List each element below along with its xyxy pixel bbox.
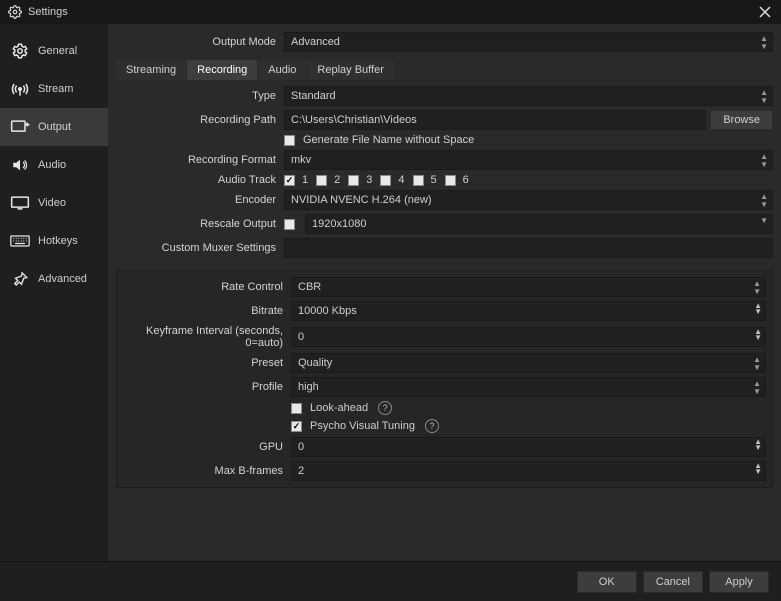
spinner-icon[interactable]: ▲▼ [754, 463, 762, 475]
chevron-updown-icon: ▲▼ [753, 356, 761, 372]
spinner-icon[interactable]: ▲▼ [754, 303, 762, 315]
sidebar-label: Advanced [38, 273, 87, 285]
tab-replay-buffer[interactable]: Replay Buffer [307, 60, 393, 80]
chevron-updown-icon: ▲▼ [760, 193, 768, 209]
rescale-checkbox[interactable] [284, 219, 295, 230]
encoder-select[interactable]: NVIDIA NVENC H.264 (new)▲▼ [284, 190, 773, 210]
help-icon[interactable]: ? [425, 419, 439, 433]
rate-control-select[interactable]: CBR▲▼ [291, 277, 766, 297]
tab-audio[interactable]: Audio [258, 60, 306, 80]
chevron-updown-icon: ▲▼ [753, 280, 761, 296]
muxer-label: Custom Muxer Settings [116, 242, 284, 254]
encoder-label: Encoder [116, 194, 284, 206]
keyframe-label: Keyframe Interval (seconds, 0=auto) [123, 325, 291, 349]
track-3-checkbox[interactable] [348, 175, 359, 186]
sidebar: General Stream Output Audio Video Hotkey… [0, 24, 108, 561]
output-mode-label: Output Mode [116, 36, 284, 48]
sidebar-item-video[interactable]: Video [0, 184, 108, 222]
type-label: Type [116, 90, 284, 102]
titlebar: Settings [0, 0, 781, 24]
audio-track-label: Audio Track [116, 174, 284, 186]
look-ahead-label: Look-ahead [310, 402, 368, 414]
output-icon [10, 118, 30, 136]
browse-button[interactable]: Browse [710, 110, 773, 130]
profile-select[interactable]: high▲▼ [291, 377, 766, 397]
max-bframes-input[interactable]: 2▲▼ [291, 461, 766, 481]
sidebar-label: Stream [38, 83, 73, 95]
audio-icon [10, 156, 30, 174]
recording-path-input[interactable]: C:\Users\Christian\Videos [284, 110, 706, 130]
track-4-checkbox[interactable] [380, 175, 391, 186]
bitrate-label: Bitrate [123, 305, 291, 317]
chevron-updown-icon: ▲▼ [760, 35, 768, 51]
chevron-updown-icon: ▲▼ [760, 153, 768, 169]
apply-button[interactable]: Apply [709, 571, 769, 593]
no-space-label: Generate File Name without Space [303, 134, 474, 146]
output-tabs: Streaming Recording Audio Replay Buffer [116, 60, 773, 80]
preset-label: Preset [123, 357, 291, 369]
track-2-checkbox[interactable] [316, 175, 327, 186]
hotkeys-icon [10, 232, 30, 250]
video-icon [10, 194, 30, 212]
stream-icon [10, 80, 30, 98]
track-6-checkbox[interactable] [445, 175, 456, 186]
sidebar-label: Audio [38, 159, 66, 171]
footer: OK Cancel Apply [0, 561, 781, 601]
ok-button[interactable]: OK [577, 571, 637, 593]
track-1-checkbox[interactable] [284, 175, 295, 186]
tab-recording[interactable]: Recording [187, 60, 257, 80]
bitrate-input[interactable]: 10000 Kbps▲▼ [291, 301, 766, 321]
close-button[interactable] [757, 4, 773, 20]
gpu-label: GPU [123, 441, 291, 453]
psycho-tuning-checkbox[interactable] [291, 421, 302, 432]
sidebar-item-output[interactable]: Output [0, 108, 108, 146]
sidebar-label: General [38, 45, 77, 57]
sidebar-item-stream[interactable]: Stream [0, 70, 108, 108]
sidebar-item-hotkeys[interactable]: Hotkeys [0, 222, 108, 260]
chevron-updown-icon: ▲▼ [753, 380, 761, 396]
max-bframes-label: Max B-frames [123, 465, 291, 477]
help-icon[interactable]: ? [378, 401, 392, 415]
recording-format-label: Recording Format [116, 154, 284, 166]
recording-path-label: Recording Path [116, 114, 284, 126]
type-select[interactable]: Standard▲▼ [284, 86, 773, 106]
chevron-updown-icon: ▲▼ [760, 89, 768, 105]
muxer-input[interactable] [284, 238, 773, 258]
sidebar-item-general[interactable]: General [0, 32, 108, 70]
spinner-icon[interactable]: ▲▼ [754, 439, 762, 451]
track-5-checkbox[interactable] [413, 175, 424, 186]
gpu-input[interactable]: 0▲▼ [291, 437, 766, 457]
spinner-icon[interactable]: ▲▼ [754, 329, 762, 341]
keyframe-input[interactable]: 0▲▼ [291, 327, 766, 347]
settings-icon [8, 5, 22, 19]
advanced-icon [10, 270, 30, 288]
rescale-label: Rescale Output [116, 218, 284, 230]
sidebar-label: Video [38, 197, 66, 209]
encoder-settings-panel: Rate Control CBR▲▼ Bitrate 10000 Kbps▲▼ … [116, 270, 773, 488]
rescale-select: 1920x1080▼ [305, 214, 773, 234]
tab-streaming[interactable]: Streaming [116, 60, 186, 80]
sidebar-item-audio[interactable]: Audio [0, 146, 108, 184]
output-mode-select[interactable]: Advanced ▲▼ [284, 32, 773, 52]
sidebar-label: Output [38, 121, 71, 133]
window-title: Settings [28, 6, 68, 18]
sidebar-item-advanced[interactable]: Advanced [0, 260, 108, 298]
no-space-checkbox[interactable] [284, 135, 295, 146]
recording-format-select[interactable]: mkv▲▼ [284, 150, 773, 170]
psycho-tuning-label: Psycho Visual Tuning [310, 420, 415, 432]
content-area: Output Mode Advanced ▲▼ Streaming Record… [108, 24, 781, 561]
chevron-down-icon: ▼ [760, 217, 768, 225]
sidebar-label: Hotkeys [38, 235, 78, 247]
profile-label: Profile [123, 381, 291, 393]
cancel-button[interactable]: Cancel [643, 571, 703, 593]
preset-select[interactable]: Quality▲▼ [291, 353, 766, 373]
gear-icon [10, 42, 30, 60]
look-ahead-checkbox[interactable] [291, 403, 302, 414]
rate-control-label: Rate Control [123, 281, 291, 293]
